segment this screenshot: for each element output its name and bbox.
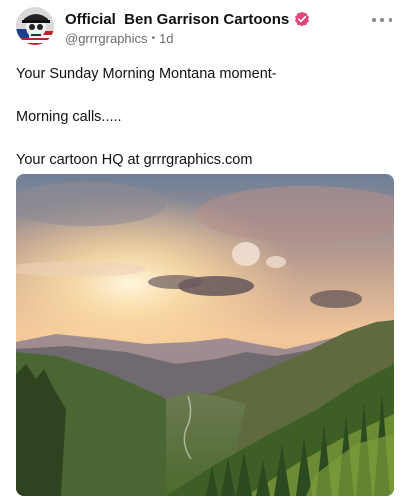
post-time[interactable]: 1d bbox=[159, 31, 173, 46]
avatar-image bbox=[16, 7, 54, 45]
author-name[interactable]: Official Ben Garrison Cartoons bbox=[65, 11, 289, 28]
more-dot bbox=[380, 18, 384, 22]
more-options-icon[interactable] bbox=[372, 15, 392, 25]
verified-badge-icon bbox=[294, 11, 310, 27]
name-row: Official Ben Garrison Cartoons bbox=[65, 9, 310, 29]
post-header: Official Ben Garrison Cartoons @grrrgrap… bbox=[65, 9, 310, 46]
post-body-line: Your Sunday Morning Montana moment- bbox=[16, 66, 277, 82]
author-avatar[interactable] bbox=[16, 7, 54, 45]
post-card: Official Ben Garrison Cartoons @grrrgrap… bbox=[0, 0, 410, 500]
meta-row: @grrrgraphics • 1d bbox=[65, 31, 310, 46]
mountain-sunrise-photo bbox=[16, 174, 394, 496]
more-dot bbox=[372, 18, 376, 22]
meta-separator: • bbox=[151, 33, 156, 44]
more-dot bbox=[388, 18, 392, 22]
author-handle[interactable]: @grrrgraphics bbox=[65, 31, 148, 46]
post-image[interactable] bbox=[16, 174, 394, 496]
post-body-line[interactable]: Your cartoon HQ at grrrgraphics.com bbox=[16, 150, 252, 171]
post-body-line: Morning calls..... bbox=[16, 109, 122, 125]
